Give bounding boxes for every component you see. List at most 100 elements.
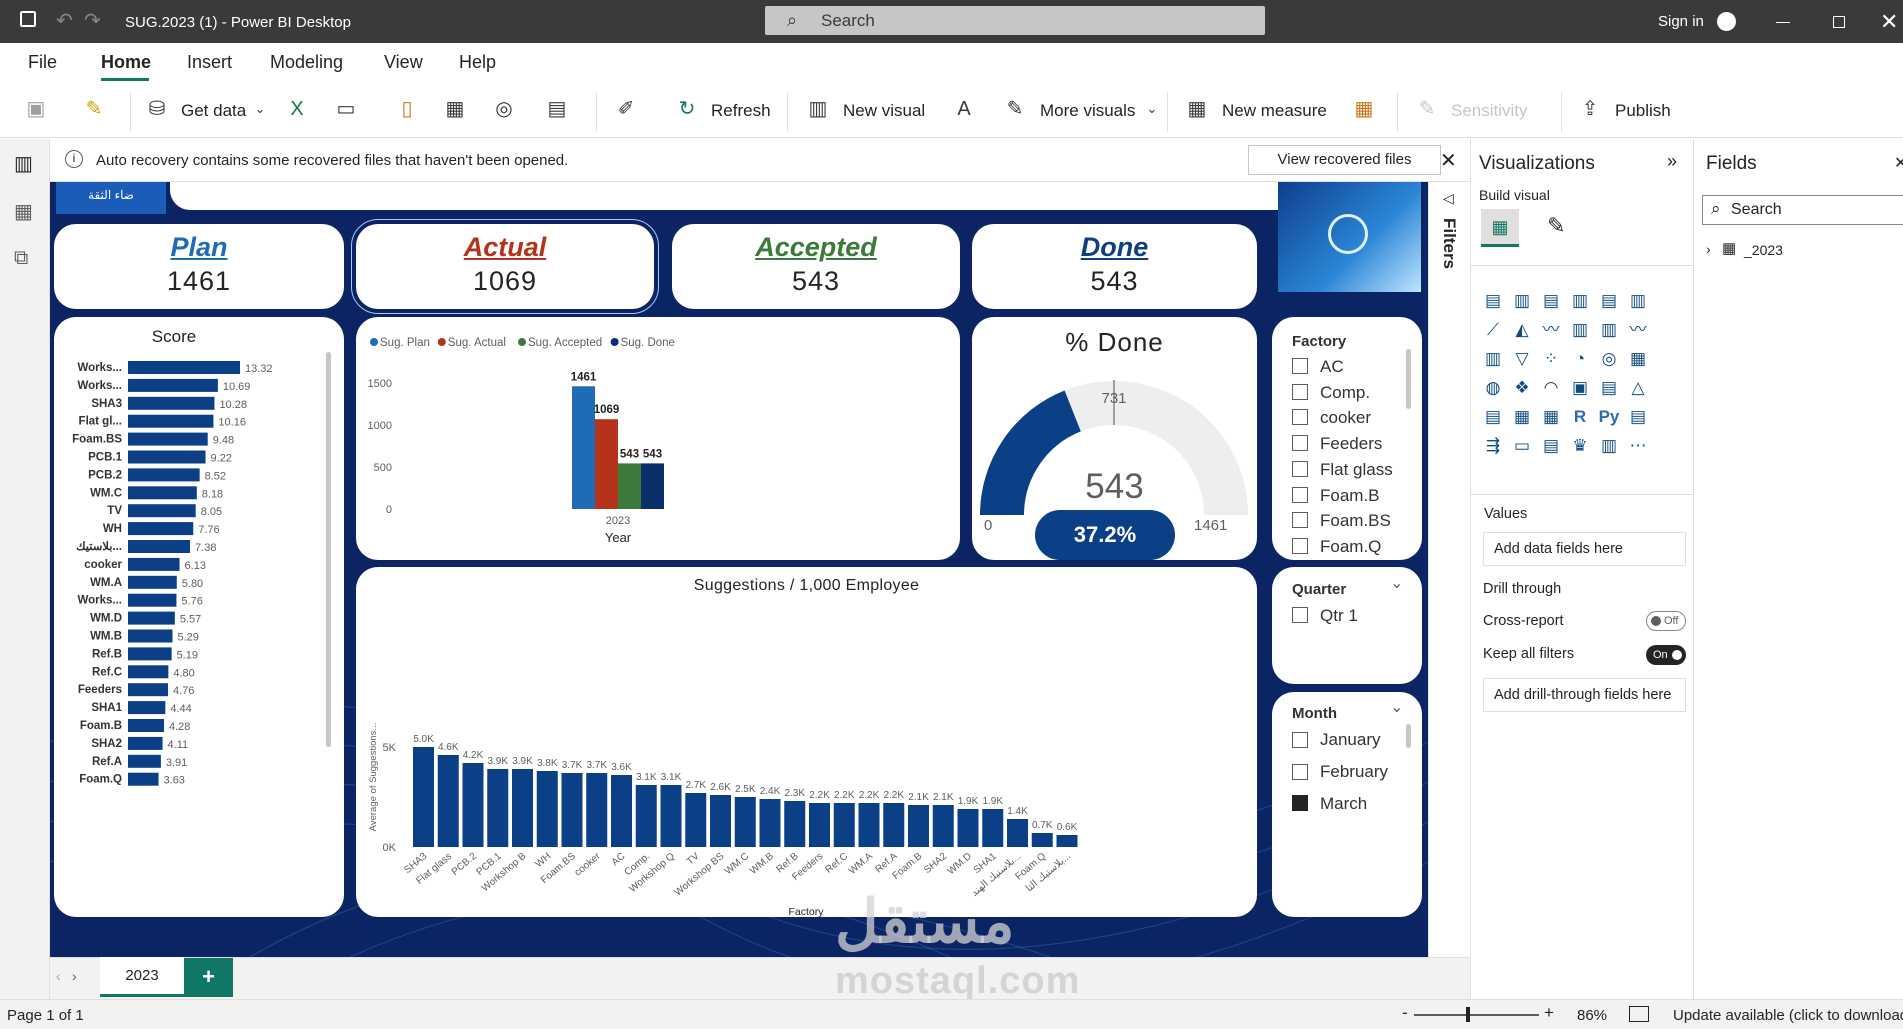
menu-insert[interactable]: Insert	[187, 52, 232, 73]
visual-type-icon[interactable]: ▤	[1539, 434, 1563, 458]
factory-checkbox[interactable]	[1292, 358, 1308, 374]
avatar[interactable]	[1717, 12, 1736, 31]
gauge-card[interactable]: % Done 731 543 0 1461 37.2%	[972, 317, 1257, 560]
year-chart-card[interactable]: Sug. Plan Sug. Actual Sug. Accepted Sug. Do…	[356, 317, 960, 560]
visual-type-icon[interactable]: ⋯	[1626, 434, 1650, 458]
recent-sources-icon[interactable]: ▤	[545, 97, 569, 121]
zoom-in-icon[interactable]: +	[1544, 1003, 1554, 1023]
undo-icon[interactable]: ↶	[56, 8, 73, 33]
values-well[interactable]: Add data fields here	[1483, 532, 1686, 566]
month-slicer[interactable]: Month ⌄ January February March	[1272, 692, 1422, 917]
zoom-out-icon[interactable]: -	[1402, 1003, 1408, 1023]
format-painter-icon[interactable]: ✎	[82, 97, 106, 121]
enter-data-icon[interactable]: ◎	[492, 97, 516, 121]
close-icon[interactable]: ✕	[1440, 148, 1457, 173]
visual-type-icon[interactable]: ⟋	[1481, 318, 1505, 342]
month-checkbox[interactable]	[1292, 732, 1308, 748]
menu-help[interactable]: Help	[459, 52, 496, 73]
factory-slicer[interactable]: Factory AC Comp. cooker Feeders Flat glass Fo…	[1272, 317, 1422, 560]
visual-type-icon[interactable]: ▽	[1510, 347, 1534, 371]
fields-search[interactable]: ⌕ Search	[1702, 195, 1903, 225]
visual-type-icon[interactable]: ▥	[1568, 289, 1592, 313]
minimize-icon[interactable]	[1776, 22, 1790, 23]
new-visual-icon[interactable]: ▥	[806, 97, 830, 121]
factory-item[interactable]: Foam.BS	[1320, 511, 1391, 531]
sql-icon[interactable]: ▦	[443, 97, 467, 121]
drill-through-well[interactable]: Add drill-through fields here	[1483, 678, 1686, 712]
factory-checkbox[interactable]	[1292, 460, 1308, 477]
kpi-actual[interactable]: Actual 1069	[351, 219, 659, 314]
visual-type-icon[interactable]: ◔	[1568, 347, 1592, 371]
visual-type-icon[interactable]: R	[1568, 405, 1592, 429]
fit-to-page-icon[interactable]	[1629, 1006, 1649, 1022]
visual-type-icon[interactable]: ▤	[1481, 405, 1505, 429]
factory-checkbox[interactable]	[1292, 383, 1308, 400]
format-visual-icon[interactable]: ✎	[1547, 213, 1565, 239]
view-recovered-files-button[interactable]: View recovered files	[1248, 145, 1441, 175]
publish-button[interactable]: Publish	[1615, 101, 1671, 121]
chevron-down-icon[interactable]: ⌄	[1390, 573, 1403, 593]
visual-type-icon[interactable]: ▭	[1510, 434, 1534, 458]
month-checkbox[interactable]	[1292, 764, 1308, 780]
zoom-slider-thumb[interactable]	[1466, 1007, 1470, 1022]
factory-item[interactable]: Foam.B	[1320, 486, 1380, 506]
kpi-done[interactable]: Done 543	[972, 224, 1257, 309]
score-chart-card[interactable]: Score Works... 13.32 Works... 10.69 SHA3 10.2…	[54, 317, 344, 917]
factory-item[interactable]: Flat glass	[1320, 460, 1393, 480]
factory-checkbox[interactable]	[1292, 512, 1308, 529]
visual-type-icon[interactable]: ♛	[1568, 434, 1592, 458]
factory-checkbox[interactable]	[1292, 537, 1308, 554]
visual-type-icon[interactable]: ◠	[1539, 376, 1563, 400]
factory-item[interactable]: AC	[1320, 357, 1344, 377]
factory-checkbox[interactable]	[1292, 435, 1308, 452]
visual-type-icon[interactable]: ▤	[1597, 376, 1621, 400]
more-visuals-icon[interactable]: ✎	[1003, 97, 1027, 121]
visual-type-icon[interactable]: ▥	[1568, 318, 1592, 342]
month-item[interactable]: February	[1320, 762, 1388, 782]
report-view-icon[interactable]: ▥	[14, 151, 33, 176]
visual-type-icon[interactable]: ▥	[1597, 434, 1621, 458]
visual-type-icon[interactable]: ⁘	[1539, 347, 1563, 371]
factory-checkbox[interactable]	[1292, 409, 1308, 426]
menu-modeling[interactable]: Modeling	[270, 52, 343, 73]
quick-measure-icon[interactable]: ▦	[1352, 97, 1376, 121]
next-page-icon[interactable]: ›	[72, 968, 77, 984]
visual-type-icon[interactable]: ▤	[1597, 289, 1621, 313]
visual-type-icon[interactable]: ▦	[1510, 405, 1534, 429]
chevron-down-icon[interactable]: ⌄	[1390, 697, 1403, 717]
more-visuals-button[interactable]: More visuals	[1040, 101, 1135, 121]
sign-in-link[interactable]: Sign in	[1658, 13, 1704, 30]
visual-type-icon[interactable]: ▥	[1597, 318, 1621, 342]
visual-type-icon[interactable]: ▦	[1626, 347, 1650, 371]
restore-icon[interactable]	[1833, 16, 1845, 28]
dataverse-icon[interactable]: ▯	[395, 97, 419, 121]
menu-file[interactable]: File	[28, 52, 57, 73]
chevron-down-icon[interactable]: ⌄	[1140, 97, 1164, 121]
visual-type-icon[interactable]: ❖	[1510, 376, 1534, 400]
menu-view[interactable]: View	[384, 52, 423, 73]
factory-item[interactable]: Comp.	[1320, 383, 1370, 403]
publish-icon[interactable]: ⇪	[1578, 97, 1602, 121]
scrollbar[interactable]	[1406, 724, 1411, 748]
visual-type-icon[interactable]: ▣	[1568, 376, 1592, 400]
visual-type-icon[interactable]: ▤	[1626, 405, 1650, 429]
collapse-pane-icon[interactable]: ✕	[1894, 153, 1903, 173]
table-view-icon[interactable]: ▦	[14, 199, 33, 224]
scrollbar[interactable]	[326, 352, 331, 747]
visual-type-icon[interactable]: ◍	[1481, 376, 1505, 400]
dataset-icon[interactable]: ▭	[334, 97, 358, 121]
factory-checkbox[interactable]	[1292, 486, 1308, 503]
quarter-checkbox[interactable]	[1292, 607, 1308, 623]
text-box-icon[interactable]: A	[952, 97, 976, 121]
visual-type-icon[interactable]: ◎	[1597, 347, 1621, 371]
visual-type-icon[interactable]: ▥	[1481, 347, 1505, 371]
page-tab-2023[interactable]: 2023	[100, 957, 184, 997]
update-available-link[interactable]: Update available (click to download)	[1673, 1007, 1903, 1024]
chevron-right-icon[interactable]: ›	[1706, 241, 1711, 257]
visual-type-icon[interactable]: ▥	[1626, 289, 1650, 313]
month-item[interactable]: March	[1320, 794, 1367, 814]
month-item[interactable]: January	[1320, 730, 1380, 750]
table-name[interactable]: _2023	[1744, 242, 1783, 258]
build-visual-icon[interactable]: ▦	[1481, 209, 1519, 247]
visual-type-icon[interactable]: ◭	[1510, 318, 1534, 342]
